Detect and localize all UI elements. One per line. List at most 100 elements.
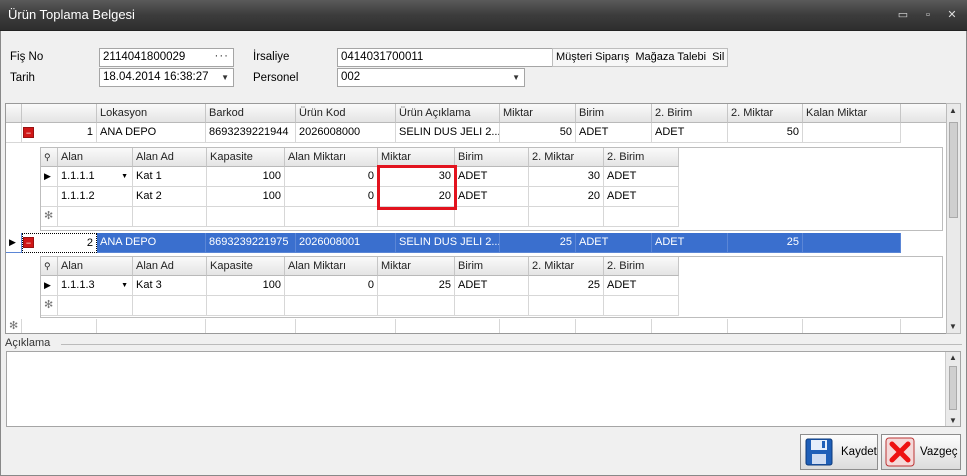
dcell-alan[interactable]: 1.1.1.1 ▼ [58,167,133,187]
kaydet-button[interactable]: Kaydet [800,434,878,470]
dcell-kapasite[interactable]: 100 [207,187,285,207]
dcell-2-birim[interactable]: ADET [604,276,679,296]
cell-birim[interactable]: ADET [576,123,652,143]
detail-row[interactable]: 1.1.1.2 Kat 2 100 0 20 ADET 20 ADET [41,187,944,207]
magaza-talebi-button[interactable]: Mağaza Talebi [632,49,709,66]
col-urun-kod[interactable]: Ürün Kod [296,104,396,123]
dcell-2-miktar[interactable]: 30 [529,167,604,187]
dcol-2-miktar[interactable]: 2. Miktar [529,257,604,276]
scroll-up-icon[interactable]: ▲ [949,353,957,362]
dcell-miktar[interactable]: 25 [378,276,455,296]
chevron-down-icon[interactable]: ▼ [121,167,128,186]
dcol-alan-ad[interactable]: Alan Ad [133,148,207,167]
dcol-2-birim[interactable]: 2. Birim [604,257,679,276]
personel-select[interactable]: 002 ▼ [337,68,525,87]
cell-miktar[interactable]: 25 [500,233,576,253]
dcol-2-birim[interactable]: 2. Birim [604,148,679,167]
detail-grid-1[interactable]: ⚲ Alan Alan Ad Kapasite Alan Miktarı Mik… [40,147,943,231]
dcol-birim[interactable]: Birim [455,257,529,276]
table-row-selected[interactable]: ▶ 2 − ANA DEPO 8693239221975 2026008001 … [6,233,901,253]
detail-row[interactable]: ▶ 1.1.1.3 ▼ Kat 3 100 0 25 ADET 25 ADET [41,276,944,296]
minimize-icon[interactable]: ▭ [895,8,911,22]
fis-no-field[interactable]: 2114041800029 ··· [99,48,234,67]
dcol-alan-miktari[interactable]: Alan Miktarı [285,148,378,167]
dcol-alan-miktari[interactable]: Alan Miktarı [285,257,378,276]
cell-kalan[interactable] [803,123,901,143]
dcell-2-birim[interactable]: ADET [604,167,679,187]
dcell-2-miktar[interactable]: 20 [529,187,604,207]
detail-new-row[interactable]: ✻ [41,296,944,316]
search-icon[interactable]: ⚲ [41,257,58,276]
dcol-2-miktar[interactable]: 2. Miktar [529,148,604,167]
dcell-alan[interactable]: 1.1.1.3 ▼ [58,276,133,296]
dcell-2-miktar[interactable]: 25 [529,276,604,296]
notes-scrollbar[interactable]: ▲ ▼ [945,352,960,426]
detail-grid-2[interactable]: ⚲ Alan Alan Ad Kapasite Alan Miktarı Mik… [40,256,943,318]
cell-2-miktar[interactable]: 50 [728,123,803,143]
musteri-siparis-button[interactable]: Müşteri Siparış [553,49,632,66]
cell-2-birim[interactable]: ADET [652,123,728,143]
dcol-kapasite[interactable]: Kapasite [207,257,285,276]
cell-miktar[interactable]: 50 [500,123,576,143]
table-row[interactable]: − 1 ANA DEPO 8693239221944 2026008000 SE… [6,123,946,143]
dcol-alan[interactable]: Alan [58,257,133,276]
dcol-birim[interactable]: Birim [455,148,529,167]
cell-2-birim[interactable]: ADET [652,233,728,253]
dcol-alan[interactable]: Alan [58,148,133,167]
dcell-alan-ad[interactable]: Kat 1 [133,167,207,187]
col-miktar[interactable]: Miktar [500,104,576,123]
dcell-alan-ad[interactable]: Kat 3 [133,276,207,296]
scrollbar-thumb[interactable] [949,122,958,218]
dcell-alan-miktari[interactable]: 0 [285,276,378,296]
vazgec-button[interactable]: Vazgeç [881,434,961,470]
dcell-alan[interactable]: 1.1.1.2 [58,187,133,207]
dcol-kapasite[interactable]: Kapasite [207,148,285,167]
cell-urun-kod[interactable]: 2026008000 [296,123,396,143]
cell-kalan[interactable] [803,233,901,253]
dcol-alan-ad[interactable]: Alan Ad [133,257,207,276]
dcell-alan-miktari[interactable]: 0 [285,187,378,207]
scrollbar-thumb[interactable] [949,366,957,410]
grid-scrollbar[interactable]: ▲ ▼ [946,103,961,334]
cell-aciklama[interactable]: SELIN DUS JELI 2... [396,123,500,143]
col-urun-aciklama[interactable]: Ürün Açıklama [396,104,500,123]
chevron-down-icon[interactable]: ▼ [221,69,229,86]
cell-lokasyon[interactable]: ANA DEPO [97,123,206,143]
cell-birim[interactable]: ADET [576,233,652,253]
sil-button[interactable]: Sil [709,49,727,66]
scroll-down-icon[interactable]: ▼ [949,416,957,425]
dcell-birim[interactable]: ADET [455,187,529,207]
chevron-down-icon[interactable]: ▼ [121,276,128,295]
restore-icon[interactable]: ▫ [920,8,936,22]
product-grid[interactable]: Lokasyon Barkod Ürün Kod Ürün Açıklama M… [5,103,947,334]
cell-barkod[interactable]: 8693239221944 [206,123,296,143]
scroll-down-icon[interactable]: ▼ [949,322,957,331]
detail-new-row[interactable]: ✻ [41,207,944,227]
notes-textarea[interactable]: ▲ ▼ [6,351,961,427]
col-2-birim[interactable]: 2. Birim [652,104,728,123]
close-icon[interactable]: ✕ [944,8,960,22]
col-birim[interactable]: Birim [576,104,652,123]
dcell-kapasite[interactable]: 100 [207,167,285,187]
search-icon[interactable]: ⚲ [41,148,58,167]
cell-2-miktar[interactable]: 25 [728,233,803,253]
collapse-icon[interactable]: − [23,237,34,248]
grid-new-row[interactable]: ✻ [6,319,946,333]
dcell-alan-miktari[interactable]: 0 [285,167,378,187]
detail-row[interactable]: ▶ 1.1.1.1 ▼ Kat 1 100 0 30 ADET 30 ADET [41,167,944,187]
cell-urun-kod[interactable]: 2026008001 [296,233,396,253]
chevron-down-icon[interactable]: ▼ [512,69,520,86]
dcol-miktar[interactable]: Miktar [378,257,455,276]
tarih-field[interactable]: 18.04.2014 16:38:27 ▼ [99,68,234,87]
col-2-miktar[interactable]: 2. Miktar [728,104,803,123]
col-barkod[interactable]: Barkod [206,104,296,123]
cell-barkod[interactable]: 8693239221975 [206,233,296,253]
dcell-birim[interactable]: ADET [455,276,529,296]
dcell-kapasite[interactable]: 100 [207,276,285,296]
dcell-birim[interactable]: ADET [455,167,529,187]
dcell-alan-ad[interactable]: Kat 2 [133,187,207,207]
cell-aciklama[interactable]: SELIN DUS JELI 2... [396,233,500,253]
dcell-2-birim[interactable]: ADET [604,187,679,207]
cell-lokasyon[interactable]: ANA DEPO [97,233,206,253]
ellipsis-button-icon[interactable]: ··· [215,49,230,65]
